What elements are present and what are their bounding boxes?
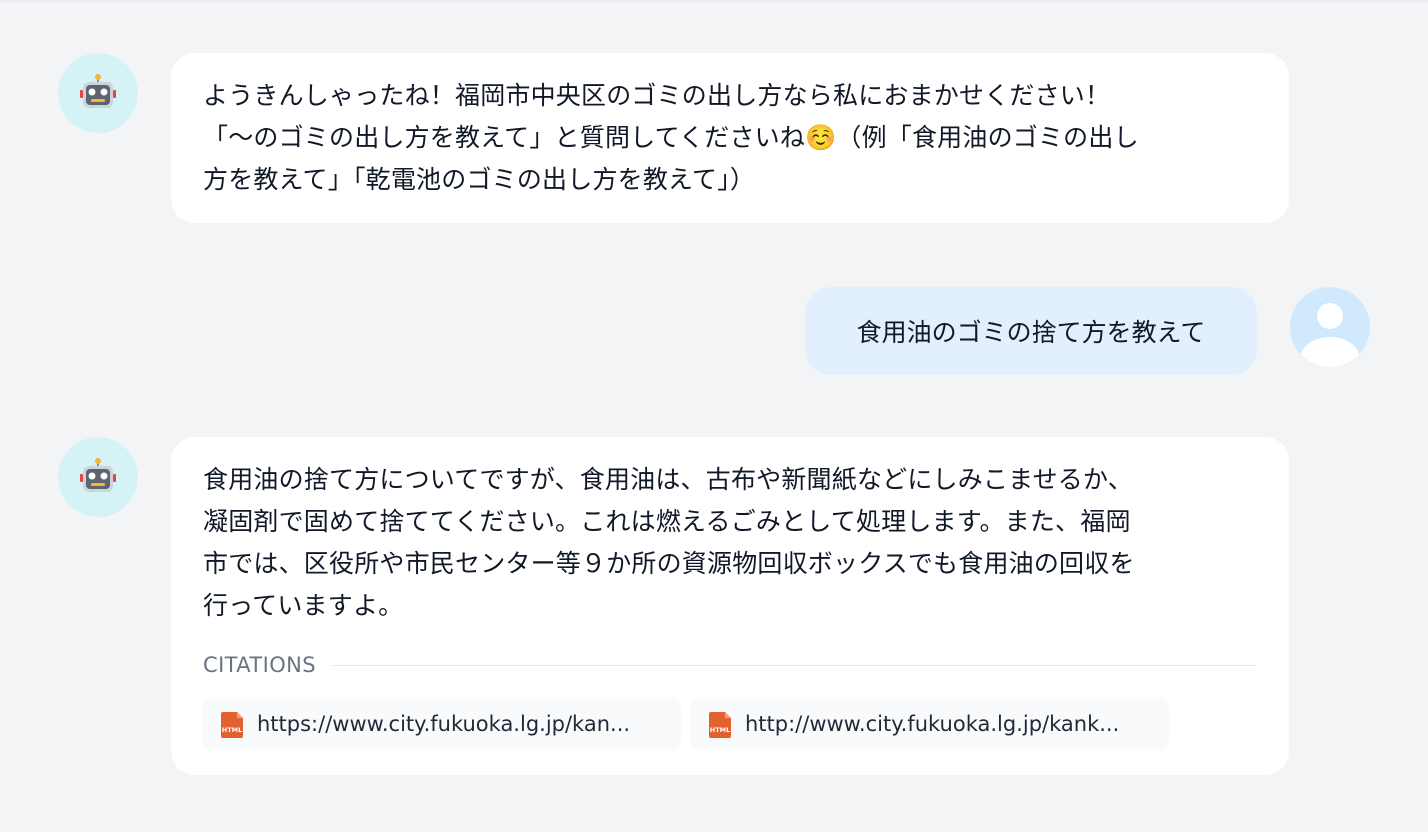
html-file-icon: HTML — [221, 712, 243, 738]
citation-url: https://www.city.fukuoka.lg.jp/kan... — [257, 712, 631, 736]
bot-message-text: ようきんしゃったね！福岡市中央区のゴミの出し方なら私におまかせください！ 「〜の… — [203, 81, 1139, 194]
citation-link[interactable]: HTML https://www.city.fukuoka.lg.jp/kan.… — [203, 697, 681, 751]
user-avatar — [1290, 287, 1370, 367]
citation-link[interactable]: HTML http://www.city.fukuoka.lg.jp/kank.… — [691, 697, 1169, 751]
html-file-icon: HTML — [709, 712, 731, 738]
robot-icon — [80, 74, 116, 108]
chat-window: ようきんしゃったね！福岡市中央区のゴミの出し方なら私におまかせください！ 「〜の… — [0, 0, 1428, 832]
bot-avatar — [58, 53, 138, 133]
user-message-text: 食用油のゴミの捨て方を教えて — [856, 318, 1206, 347]
svg-text:HTML: HTML — [222, 726, 242, 734]
bot-message-bubble: ようきんしゃったね！福岡市中央区のゴミの出し方なら私におまかせください！ 「〜の… — [171, 53, 1289, 223]
bot-message-text: 食用油の捨て方についてですが、食用油は、古布や新聞紙などにしみこませるか、 凝固… — [203, 465, 1135, 620]
citations-divider — [331, 664, 1257, 666]
bot-message-bubble: 食用油の捨て方についてですが、食用油は、古布や新聞紙などにしみこませるか、 凝固… — [171, 437, 1289, 775]
bot-avatar — [58, 437, 138, 517]
robot-icon — [80, 458, 116, 492]
citation-list: HTML https://www.city.fukuoka.lg.jp/kan.… — [203, 697, 1257, 751]
citation-url: http://www.city.fukuoka.lg.jp/kank... — [745, 712, 1120, 736]
user-icon — [1300, 303, 1360, 367]
citations-label: CITATIONS — [203, 653, 316, 677]
citations-header: CITATIONS — [203, 653, 1257, 677]
user-message-bubble: 食用油のゴミの捨て方を教えて — [805, 287, 1257, 375]
svg-text:HTML: HTML — [710, 726, 730, 734]
